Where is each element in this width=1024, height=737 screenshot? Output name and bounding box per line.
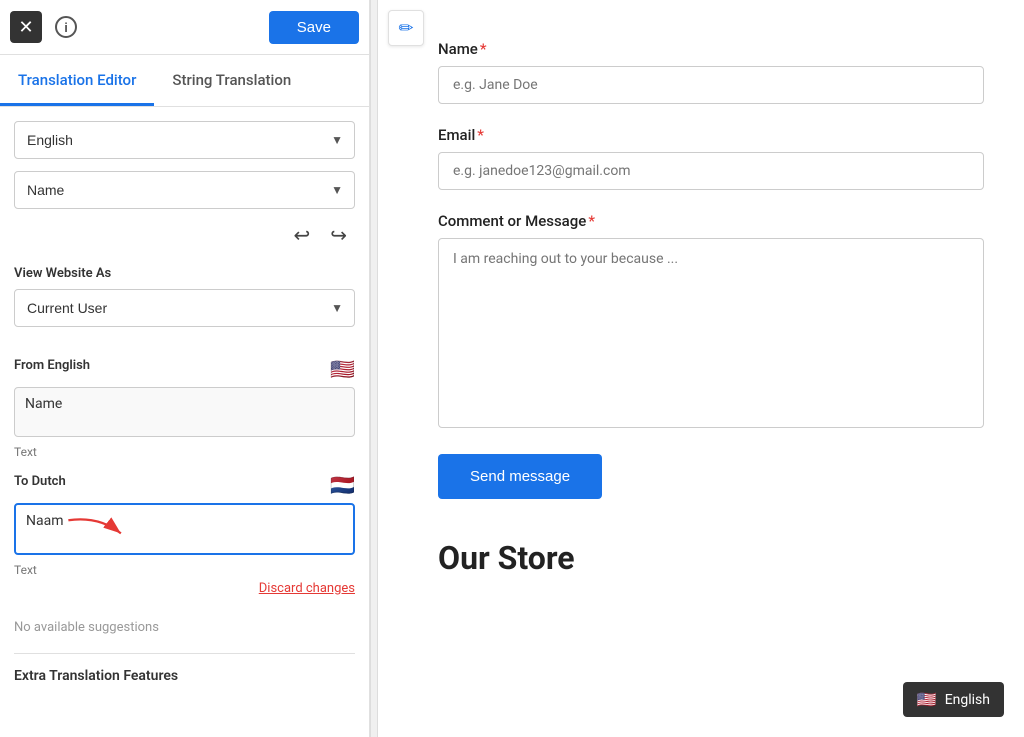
language-dropdown[interactable]: English Dutch French German bbox=[14, 121, 355, 159]
from-english-textarea: Name bbox=[14, 387, 355, 437]
to-dutch-label: To Dutch bbox=[14, 474, 66, 489]
to-dutch-section: To Dutch 🇳🇱 Naam Text Discard changes bbox=[14, 473, 355, 596]
message-field-group: Comment or Message* bbox=[438, 212, 984, 432]
right-panel: ✏ Name* Email* Comment or Message* Send … bbox=[378, 0, 1024, 737]
edit-icon-wrap[interactable]: ✏ bbox=[388, 10, 424, 46]
email-field-label: Email* bbox=[438, 126, 984, 144]
from-english-flag: 🇺🇸 bbox=[330, 357, 355, 381]
undo-redo-row: ↩ ↪ bbox=[14, 221, 355, 250]
language-label: English bbox=[945, 692, 990, 708]
name-dropdown-wrap: Name Email Comment or Message ▼ bbox=[14, 171, 355, 209]
name-field-label: Name* bbox=[438, 40, 984, 58]
to-dutch-flag: 🇳🇱 bbox=[330, 473, 355, 497]
pencil-icon: ✏ bbox=[398, 18, 413, 39]
tab-string-translation[interactable]: String Translation bbox=[154, 55, 309, 106]
view-as-dropdown[interactable]: Current User Guest Admin bbox=[14, 289, 355, 327]
name-required-star: * bbox=[480, 40, 487, 58]
extra-features-label: Extra Translation Features bbox=[14, 653, 355, 684]
right-content: Name* Email* Comment or Message* Send me… bbox=[378, 0, 1024, 617]
left-panel: ✕ i Save Translation Editor String Trans… bbox=[0, 0, 370, 737]
email-field-group: Email* bbox=[438, 126, 984, 190]
tab-translation-editor[interactable]: Translation Editor bbox=[0, 55, 154, 106]
from-english-type: Text bbox=[14, 445, 355, 459]
tabs-container: Translation Editor String Translation bbox=[0, 55, 369, 107]
language-selector-widget[interactable]: 🇺🇸 English bbox=[903, 682, 1004, 717]
discard-changes-link[interactable]: Discard changes bbox=[259, 581, 355, 596]
email-required-star: * bbox=[477, 126, 484, 144]
view-website-as-section: View Website As Current User Guest Admin… bbox=[14, 266, 355, 339]
message-required-star: * bbox=[588, 212, 595, 230]
vertical-divider bbox=[370, 0, 378, 737]
our-store-heading: Our Store bbox=[438, 539, 984, 577]
close-button[interactable]: ✕ bbox=[10, 11, 42, 43]
send-message-button[interactable]: Send message bbox=[438, 454, 602, 499]
undo-button[interactable]: ↩ bbox=[289, 221, 314, 250]
info-button[interactable]: i bbox=[50, 11, 82, 43]
panel-content: English Dutch French German ▼ Name Email… bbox=[0, 107, 369, 698]
message-field-label: Comment or Message* bbox=[438, 212, 984, 230]
save-button[interactable]: Save bbox=[269, 11, 359, 44]
redo-button[interactable]: ↪ bbox=[326, 221, 351, 250]
name-field-group: Name* bbox=[438, 40, 984, 104]
message-textarea[interactable] bbox=[438, 238, 984, 428]
to-dutch-header: To Dutch 🇳🇱 bbox=[14, 473, 355, 497]
view-website-as-label: View Website As bbox=[14, 266, 355, 281]
view-as-dropdown-wrap: Current User Guest Admin ▼ bbox=[14, 289, 355, 327]
name-input[interactable] bbox=[438, 66, 984, 104]
discard-row: Discard changes bbox=[14, 581, 355, 596]
name-dropdown[interactable]: Name Email Comment or Message bbox=[14, 171, 355, 209]
top-bar: ✕ i Save bbox=[0, 0, 369, 55]
from-english-label: From English bbox=[14, 358, 90, 373]
email-input[interactable] bbox=[438, 152, 984, 190]
to-dutch-type: Text bbox=[14, 563, 355, 577]
from-english-section: From English 🇺🇸 Name Text bbox=[14, 357, 355, 459]
info-icon: i bbox=[55, 16, 77, 38]
to-dutch-textarea[interactable]: Naam bbox=[14, 503, 355, 555]
language-dropdown-wrap: English Dutch French German ▼ bbox=[14, 121, 355, 159]
language-flag: 🇺🇸 bbox=[917, 690, 937, 709]
from-english-header: From English 🇺🇸 bbox=[14, 357, 355, 381]
no-suggestions-text: No available suggestions bbox=[14, 620, 355, 635]
